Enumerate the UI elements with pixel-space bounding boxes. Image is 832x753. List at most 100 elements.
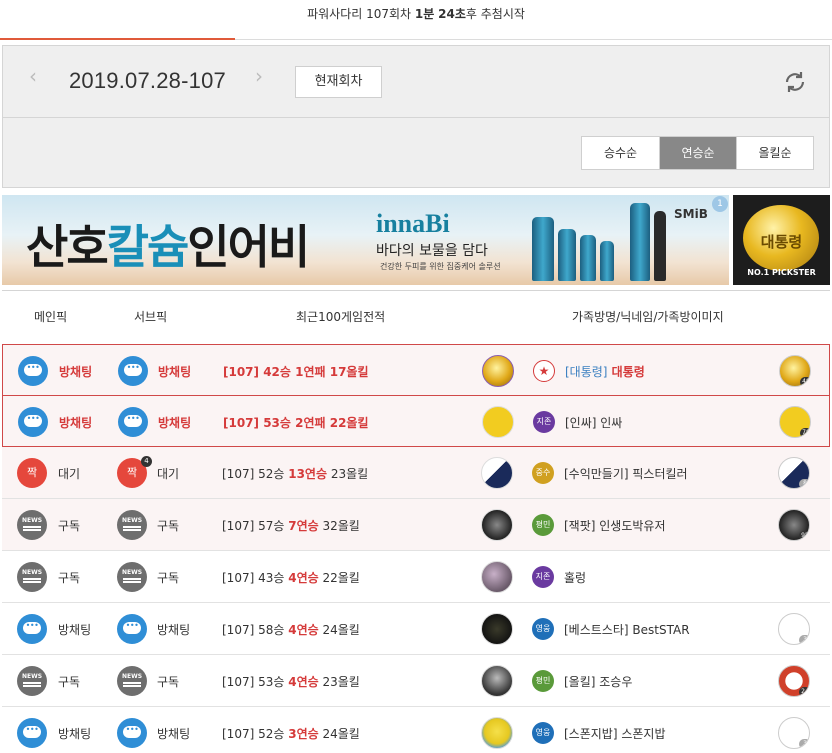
recent-record: [107] 52승 3연승 24올킬 [222, 727, 360, 741]
family-image[interactable]: 95 [778, 509, 810, 541]
main-pick-label: 방채팅 [59, 416, 93, 430]
news-icon[interactable]: NEWS [17, 562, 47, 592]
countdown-bar: 파워사다리 107회차 1분 24초후 추첨시작 [0, 0, 832, 40]
rank-badge: 지존 [532, 566, 554, 588]
chat-icon[interactable] [18, 407, 48, 437]
chat-icon[interactable] [17, 718, 47, 748]
family-image[interactable]: 3 [778, 613, 810, 645]
refresh-icon[interactable] [783, 70, 807, 94]
avatar[interactable] [482, 406, 514, 438]
product-bottle [600, 241, 614, 281]
recent-record: [107] 57승 7연승 32올킬 [222, 519, 360, 533]
family-level-badge: 40 [800, 377, 810, 386]
news-icon[interactable]: NEWS [17, 510, 47, 540]
family-name[interactable]: [올킬] 조승우 [564, 673, 632, 690]
avatar[interactable] [481, 717, 513, 749]
main-pick-label: 대기 [58, 467, 81, 481]
chat-icon[interactable] [117, 614, 147, 644]
table-row[interactable]: 방채팅 방채팅 [107] 53승 2연패 22올킬 지존 [인싸] 인싸 70 [2, 395, 830, 447]
table-row[interactable]: 방채팅 방채팅 [107] 58승 4연승 24올킬 영웅 [베스트스타] Be… [2, 603, 830, 655]
medal-text: 대통령 [760, 233, 803, 251]
recent-record: [107] 43승 4연승 22올킬 [222, 571, 360, 585]
main-pick-label: 구독 [58, 675, 81, 689]
jjak-icon[interactable]: 짝4 [117, 456, 152, 488]
sort-by-wins-button[interactable]: 승수순 [582, 137, 659, 169]
news-icon[interactable]: NEWS [117, 666, 147, 696]
chevron-right-icon[interactable]: › [255, 64, 263, 88]
chat-icon[interactable] [18, 356, 48, 386]
family-name[interactable]: [인싸] 인싸 [565, 414, 622, 431]
rank-badge: 중수 [532, 462, 554, 484]
table-row[interactable]: NEWS 구독 NEWS 구독 [107] 53승 4연승 23올킬 평민 [올… [2, 655, 830, 707]
sort-by-streak-button[interactable]: 연승순 [659, 137, 736, 169]
news-icon[interactable]: NEWS [17, 666, 47, 696]
family-name[interactable]: 홀렁 [564, 569, 586, 586]
recent-record: [107] 53승 2연패 22올킬 [223, 416, 369, 430]
table-row[interactable]: NEWS 구독 NEWS 구독 [107] 43승 4연승 22올킬 지존 홀렁 [2, 551, 830, 603]
chevron-left-icon[interactable]: ‹ [29, 64, 37, 88]
pickster-banner[interactable]: 대통령 NO.1 PICKSTER [733, 195, 830, 285]
family-name[interactable]: [잭팟] 인생도박유저 [564, 517, 666, 534]
header-recent-record: 최근100게임전적 [296, 310, 386, 324]
ad-banner[interactable]: 산호칼슘인어비 innaBi 바다의 보물을 담다 건강한 두피를 위한 집중케… [2, 195, 729, 285]
chat-icon[interactable] [118, 356, 148, 386]
family-image[interactable]: 70 [779, 406, 811, 438]
recent-record: [107] 52승 13연승 23올킬 [222, 467, 369, 481]
recent-record: [107] 42승 1연패 17올킬 [223, 365, 369, 379]
family-level-badge: 95 [799, 531, 809, 540]
picks-table: 메인픽 서브픽 최근100게임전적 가족방명/닉네임/가족방이미지 방채팅 방채… [2, 290, 830, 753]
header-main-pick: 메인픽 [34, 310, 68, 324]
current-round-button[interactable]: 현재회차 [295, 66, 382, 98]
main-pick-label: 방채팅 [58, 623, 92, 637]
header-sub-pick: 서브픽 [134, 310, 168, 324]
news-icon[interactable]: NEWS [117, 562, 147, 592]
countdown-text: 파워사다리 107회차 1분 24초후 추첨시작 [307, 7, 525, 21]
rank-badge: 지존 [533, 411, 555, 433]
avatar[interactable] [481, 509, 513, 541]
round-date: 2019.07.28-107 [69, 68, 226, 93]
avatar[interactable] [481, 613, 513, 645]
sub-pick-label: 대기 [157, 467, 180, 481]
family-name[interactable]: [수익만들기] 픽스터킬러 [564, 465, 688, 482]
family-name[interactable]: [스폰지밥] 스폰지밥 [564, 725, 666, 742]
family-image[interactable]: 40 [779, 355, 811, 387]
table-row[interactable]: 방채팅 방채팅 [107] 42승 1연패 17올킬 ★ [대통령] 대통령 4… [2, 344, 830, 396]
round-navigator: ‹ 2019.07.28-107 › 현재회차 [2, 45, 830, 118]
avatar[interactable] [481, 561, 513, 593]
family-name[interactable]: [베스트스타] BestSTAR [564, 621, 690, 638]
chat-icon[interactable] [118, 407, 148, 437]
sub-pick-label: 구독 [157, 519, 180, 533]
table-header: 메인픽 서브픽 최근100게임전적 가족방명/닉네임/가족방이미지 [2, 291, 830, 341]
countdown-progress [0, 38, 235, 40]
table-row[interactable]: NEWS 구독 NEWS 구독 [107] 57승 7연승 32올킬 평민 [잭… [2, 499, 830, 551]
notification-badge: 4 [141, 456, 152, 467]
recent-record: [107] 58승 4연승 24올킬 [222, 623, 360, 637]
news-icon[interactable]: NEWS [117, 510, 147, 540]
product-bottle [580, 235, 596, 281]
family-image[interactable]: 8 [778, 457, 810, 489]
avatar[interactable] [481, 457, 513, 489]
banner-title: 산호칼슘인어비 [26, 220, 310, 274]
header-family: 가족방명/닉네임/가족방이미지 [572, 310, 724, 324]
table-row[interactable]: 방채팅 방채팅 [107] 52승 3연승 24올킬 영웅 [스폰지밥] 스폰지… [2, 707, 830, 753]
rank-badge: 평민 [532, 670, 554, 692]
pickster-text: NO.1 PICKSTER [747, 268, 816, 277]
sort-by-allkill-button[interactable]: 올킬순 [736, 137, 813, 169]
sort-button-group: 승수순 연승순 올킬순 [581, 136, 814, 170]
family-level-badge: 8 [799, 479, 809, 488]
main-pick-label: 구독 [58, 519, 81, 533]
sub-pick-label: 방채팅 [158, 365, 192, 379]
family-name[interactable]: [대통령] 대통령 [565, 363, 645, 380]
avatar[interactable] [482, 355, 514, 387]
table-row[interactable]: 짝 대기 짝4 대기 [107] 52승 13연승 23올킬 중수 [수익만들기… [2, 447, 830, 499]
jjak-icon[interactable]: 짝 [17, 458, 47, 488]
chat-icon[interactable] [117, 718, 147, 748]
recent-record: [107] 53승 4연승 23올킬 [222, 675, 360, 689]
main-pick-label: 구독 [58, 571, 81, 585]
chat-icon[interactable] [17, 614, 47, 644]
banner-subtext: 건강한 두피를 위한 집중케어 솔루션 [380, 262, 501, 271]
family-image[interactable]: 3 [778, 717, 810, 749]
avatar[interactable] [481, 665, 513, 697]
family-image[interactable]: 24 [778, 665, 810, 697]
sub-pick-label: 방채팅 [157, 727, 191, 741]
